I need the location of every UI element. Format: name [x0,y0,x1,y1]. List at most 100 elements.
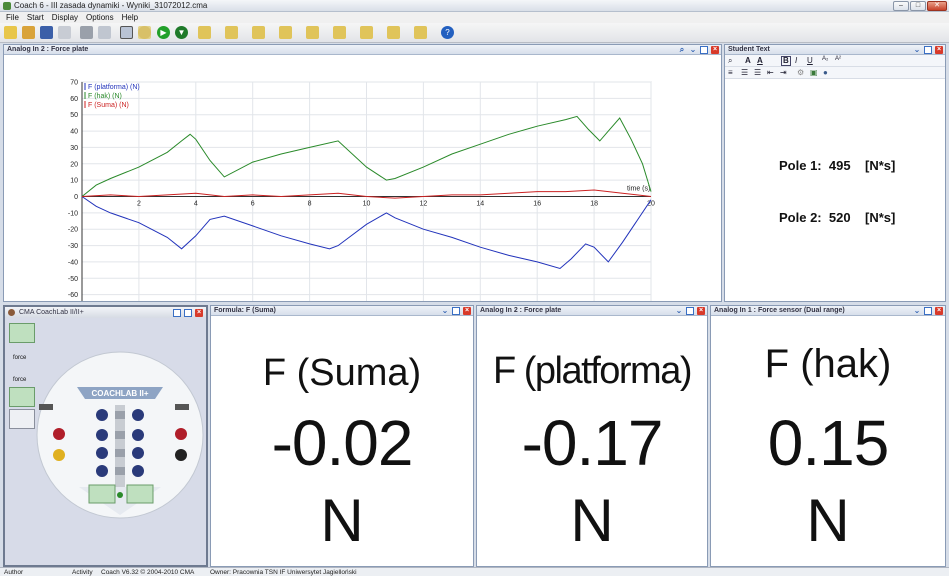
coachlab-interface-image[interactable]: COACHLAB II+ [35,347,205,527]
print-icon[interactable] [80,26,93,39]
find-icon[interactable]: ⌕ [728,56,732,66]
coachlab-title: CMA CoachLab II/II+ [19,309,84,316]
panel-close-button[interactable]: × [935,307,943,315]
menu-display[interactable]: Display [52,12,78,23]
underline-icon[interactable]: U [807,56,813,65]
legend-entry-1: F (hak) (N) [88,93,122,100]
pole-2-unit: [N*s] [865,210,896,225]
subscript-icon[interactable]: A₂ [822,56,828,62]
pole-2-line: Pole 2: 520 [N*s] [779,210,895,225]
panel-maximize-button[interactable] [686,307,694,315]
download-icon[interactable]: ▼ [175,26,188,39]
menu-help[interactable]: Help [122,12,138,23]
insert-object-icon[interactable]: ● [823,68,828,77]
meter-tool-icon[interactable] [252,26,265,39]
window-title: Coach 6 - III zasada dynamiki - Wyniki_3… [14,1,208,10]
panel-close-button[interactable]: × [935,46,943,54]
status-mode: Author [4,569,24,576]
panel-maximize-button[interactable] [452,307,460,315]
status-owner: Owner: Pracownia TSN IF Uniwersytet Jagi… [210,569,357,576]
meter-suma-unit: N [320,487,364,554]
timer-icon[interactable] [138,26,151,39]
graph-panel-title: Analog In 2 : Force plate [7,46,89,53]
image-tool-icon[interactable] [360,26,373,39]
sensor-slot-2[interactable] [9,387,35,407]
graph-tool-icon[interactable] [198,26,211,39]
student-text-panel: Student Text ⌄ × ⌕ A A B I U A₂ A² ≡ ☰ ☰… [724,44,946,302]
outdent-icon[interactable]: ⇤ [767,68,774,77]
x-tick-label: 12 [420,201,428,208]
graph-panel-controls: ⌕ ⌄ × [678,46,719,54]
meter-platforma-header: Analog In 2 : Force plate ⌄ × [477,306,707,316]
open-activity-icon[interactable] [22,26,35,39]
table-tool-icon[interactable] [225,26,238,39]
pole-1-line: Pole 1: 495 [N*s] [779,158,895,173]
save-icon[interactable] [40,26,53,39]
insert-image-icon[interactable]: ▣ [810,68,818,77]
chevron-down-icon[interactable]: ⌄ [689,46,697,54]
coach-app-window: Coach 6 - III zasada dynamiki - Wyniki_3… [0,0,949,576]
panel-close-button[interactable]: × [463,307,471,315]
help-icon[interactable]: ? [441,26,454,39]
font-icon[interactable]: A [745,56,751,65]
open-folder-icon[interactable] [4,26,17,39]
coachlab-force-button-2[interactable] [126,484,154,504]
connector-right [175,404,189,410]
meter-hak-name: F (hak) [764,342,892,386]
panel-maximize-button[interactable] [700,46,708,54]
copy-icon[interactable] [98,26,111,39]
x-tick-label: 8 [308,201,312,208]
start-measurement-icon[interactable]: ▶ [157,26,170,39]
font-color-icon[interactable]: A [757,56,763,65]
align-left-icon[interactable]: ≡ [728,68,733,77]
coachlab-force-button-1[interactable] [88,484,116,504]
text-tool-icon[interactable] [333,26,346,39]
meter-hak-unit: N [806,487,850,554]
menu-bar: File Start Display Options Help [0,12,949,23]
bullet-list-icon[interactable]: ☰ [754,68,761,77]
tool-cursor-icon[interactable] [120,26,133,39]
sensor-slot-empty[interactable] [9,409,35,429]
meter-suma-name: F (Suma) [262,352,422,394]
legend-entry-0: F (platforma) (N) [88,84,140,91]
menu-file[interactable]: File [6,12,19,23]
menu-options[interactable]: Options [86,12,114,23]
video-tool-icon[interactable] [387,26,400,39]
pole-1-unit: [N*s] [865,158,896,173]
student-text-title: Student Text [728,46,770,53]
panel-close-button[interactable]: × [697,307,705,315]
minimize-button[interactable]: – [893,1,909,11]
panel-close-button[interactable]: × [195,309,203,317]
menu-start[interactable]: Start [27,12,44,23]
analyse-tool-icon[interactable] [306,26,319,39]
link-icon[interactable]: ⚙ [797,68,804,77]
y-tick-label: -50 [68,276,78,283]
y-tick-label: 50 [70,112,78,119]
panel-minimize-button[interactable] [173,309,181,317]
indent-icon[interactable]: ⇥ [780,68,787,77]
superscript-icon[interactable]: A² [835,56,841,62]
legend-entry-2: F (Suma) (N) [88,102,129,109]
model-tool-icon[interactable] [414,26,427,39]
chevron-down-icon[interactable]: ⌄ [441,307,449,315]
close-button[interactable]: ✕ [927,1,947,11]
notes-icon[interactable] [58,26,71,39]
numbered-list-icon[interactable]: ☰ [741,68,748,77]
panel-maximize-button[interactable] [184,309,192,317]
title-bar: Coach 6 - III zasada dynamiki - Wyniki_3… [0,0,949,12]
grid-tool-icon[interactable] [279,26,292,39]
zoom-icon[interactable]: ⌕ [678,46,686,54]
chevron-down-icon[interactable]: ⌄ [675,307,683,315]
x-tick-label: 10 [363,201,371,208]
italic-icon[interactable]: I [795,56,797,65]
panel-close-button[interactable]: × [711,46,719,54]
panel-maximize-button[interactable] [924,307,932,315]
chevron-down-icon[interactable]: ⌄ [913,46,921,54]
panel-maximize-button[interactable] [924,46,932,54]
chevron-down-icon[interactable]: ⌄ [913,307,921,315]
maximize-button[interactable]: □ [910,1,926,11]
x-axis-label: time (s) [627,186,650,193]
sensor-slot-1[interactable] [9,323,35,343]
force-graph[interactable]: 706050403020100-10-20-30-40-50-60-702468… [4,55,721,301]
bold-icon[interactable]: B [781,56,791,66]
